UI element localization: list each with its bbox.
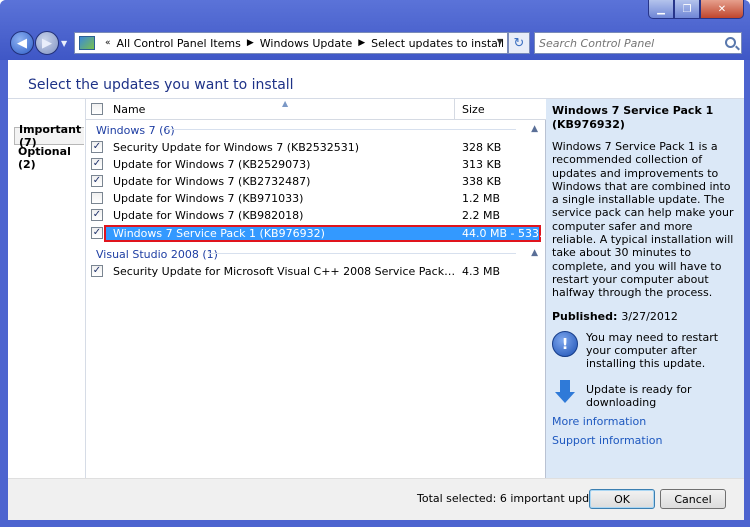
download-note-text: Update is ready for downloading (586, 382, 692, 409)
column-size-header[interactable]: Size (462, 103, 485, 116)
restore-button[interactable]: ❐ (674, 0, 700, 19)
update-row[interactable]: ✓ Security Update for Microsoft Visual C… (86, 263, 546, 280)
chevron-left-double-icon[interactable]: « (105, 38, 111, 48)
update-name: Security Update for Microsoft Visual C++… (113, 265, 457, 278)
group-divider (166, 129, 516, 130)
minimize-button[interactable]: ▁ (648, 0, 674, 19)
update-name: Windows 7 Service Pack 1 (KB976932) (113, 227, 325, 240)
update-row[interactable]: ✓ Update for Windows 7 (KB982018) 2.2 MB (86, 207, 546, 224)
update-checkbox[interactable]: ✓ (91, 175, 103, 187)
cancel-button[interactable]: Cancel (660, 489, 726, 509)
update-size: 1.2 MB (462, 192, 501, 205)
back-button[interactable]: ◀ (10, 31, 34, 55)
page-title: Select the updates you want to install (28, 77, 294, 93)
update-size: 313 KB (462, 158, 502, 171)
download-arrow-icon (552, 378, 578, 404)
update-row[interactable]: ✓ Security Update for Windows 7 (KB25325… (86, 139, 546, 156)
update-checkbox[interactable]: ✓ (91, 158, 103, 170)
more-information-link[interactable]: More information (552, 415, 738, 428)
update-row[interactable]: ✓ Update for Windows 7 (KB2732487) 338 K… (86, 173, 546, 190)
collapse-icon[interactable]: ▲ (531, 248, 538, 258)
download-note: Update is ready for downloading (552, 378, 738, 409)
update-size: 338 KB (462, 175, 502, 188)
close-button[interactable]: ✕ (700, 0, 744, 19)
details-pane: Windows 7 Service Pack 1 (KB976932) Wind… (546, 99, 744, 479)
details-title: Windows 7 Service Pack 1 (KB976932) (552, 104, 714, 131)
footer-bar: Total selected: 6 important updates OK C… (8, 478, 744, 520)
update-name: Security Update for Windows 7 (KB2532531… (113, 141, 360, 154)
update-size: 4.3 MB (462, 265, 501, 278)
column-header: ▲ Name Size (86, 99, 546, 120)
update-selection-panel: Important (7) Optional (2) ▲ Name Size W… (8, 98, 744, 479)
select-all-checkbox[interactable] (91, 103, 103, 115)
update-size: 2.2 MB (462, 209, 501, 222)
update-row-selected[interactable]: ✓ Windows 7 Service Pack 1 (KB976932) 44… (86, 225, 546, 242)
total-selected-text: Total selected: 6 important updates (417, 492, 613, 505)
search-icon[interactable] (725, 37, 736, 48)
column-name-header[interactable]: Name (113, 103, 145, 116)
update-name: Update for Windows 7 (KB2732487) (113, 175, 311, 188)
group-label: Visual Studio 2008 (1) (96, 247, 218, 261)
breadcrumb-select-updates[interactable]: Select updates to install (371, 37, 504, 50)
update-name: Update for Windows 7 (KB2529073) (113, 158, 311, 171)
forward-arrow-icon: ▶ (42, 35, 52, 51)
tab-optional[interactable]: Optional (2) (14, 145, 84, 171)
address-bar[interactable]: « All Control Panel Items ▶ Windows Upda… (74, 32, 508, 54)
group-label: Windows 7 (6) (96, 123, 175, 137)
search-input[interactable] (539, 36, 717, 50)
restart-note-text: You may need to restart your computer af… (586, 330, 719, 370)
published-date: 3/27/2012 (621, 309, 678, 323)
published-label: Published: (552, 309, 618, 323)
update-row[interactable]: ✓ Update for Windows 7 (KB2529073) 313 K… (86, 156, 546, 173)
updates-list: ▲ Name Size Windows 7 (6) ▲ ✓ Security U… (86, 99, 546, 479)
group-header-visual-studio[interactable]: Visual Studio 2008 (1) ▲ (86, 245, 546, 263)
update-size: 44.0 MB - 533.... (462, 227, 542, 240)
update-checkbox[interactable]: ✓ (91, 265, 103, 277)
group-divider (208, 253, 516, 254)
sort-ascending-icon: ▲ (282, 99, 289, 108)
recent-pages-dropdown-icon[interactable]: ▼ (61, 39, 69, 48)
breadcrumb-windows-update[interactable]: Windows Update (260, 37, 352, 50)
breadcrumb-separator-icon[interactable]: ▶ (247, 38, 254, 48)
info-shield-icon: ! (552, 330, 578, 357)
content-area: Select the updates you want to install I… (8, 60, 744, 520)
forward-button[interactable]: ▶ (35, 31, 59, 55)
refresh-button[interactable]: ↻ (508, 32, 530, 54)
column-divider[interactable] (454, 99, 455, 120)
update-checkbox[interactable] (91, 192, 103, 204)
update-name: Update for Windows 7 (KB982018) (113, 209, 304, 222)
update-row[interactable]: Update for Windows 7 (KB971033) 1.2 MB (86, 190, 546, 207)
ok-button[interactable]: OK (589, 489, 655, 509)
update-checkbox[interactable]: ✓ (91, 209, 103, 221)
update-checkbox[interactable]: ✓ (91, 227, 103, 239)
breadcrumb-separator-icon[interactable]: ▶ (358, 38, 365, 48)
group-header-windows7[interactable]: Windows 7 (6) ▲ (86, 121, 546, 139)
breadcrumb-all-control-panel-items[interactable]: All Control Panel Items (117, 37, 241, 50)
address-dropdown-icon[interactable]: ▼ (497, 37, 503, 46)
category-tabs: Important (7) Optional (2) (8, 99, 86, 479)
details-description: Windows 7 Service Pack 1 is a recommende… (552, 140, 734, 300)
restart-note: ! You may need to restart your computer … (552, 330, 738, 370)
control-panel-icon (79, 36, 95, 50)
collapse-icon[interactable]: ▲ (531, 124, 538, 134)
window-frame: ▁ ❐ ✕ ◀ ▶ ▼ « All Control Panel Items ▶ … (0, 0, 750, 527)
back-arrow-icon: ◀ (17, 35, 27, 51)
update-size: 328 KB (462, 141, 502, 154)
navigation-bar: ◀ ▶ ▼ « All Control Panel Items ▶ Window… (8, 28, 744, 56)
refresh-icon: ↻ (513, 35, 525, 51)
update-checkbox[interactable]: ✓ (91, 141, 103, 153)
published-info: Published: 3/27/2012 (552, 310, 738, 323)
tab-important[interactable]: Important (7) (14, 123, 84, 149)
search-box[interactable] (534, 32, 742, 54)
support-information-link[interactable]: Support information (552, 434, 738, 447)
caption-buttons: ▁ ❐ ✕ (648, 0, 744, 19)
update-name: Update for Windows 7 (KB971033) (113, 192, 304, 205)
